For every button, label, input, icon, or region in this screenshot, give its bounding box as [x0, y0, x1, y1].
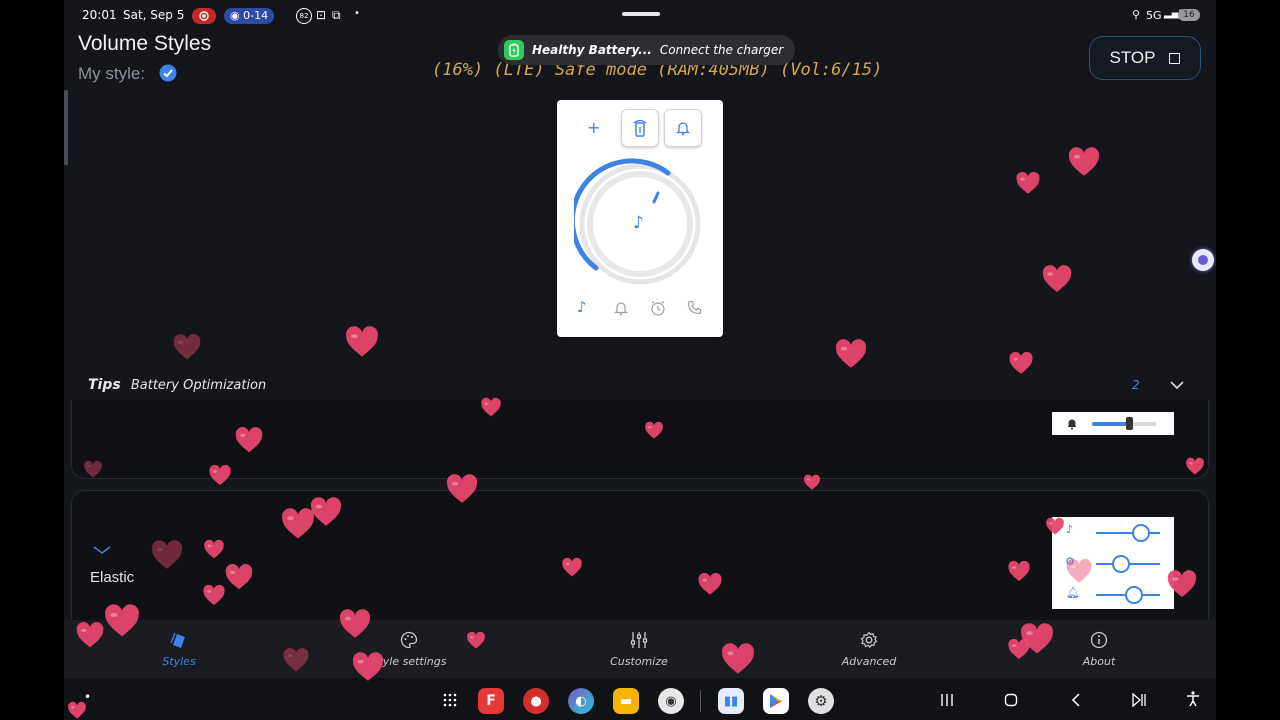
plus-icon[interactable]: +	[587, 118, 600, 137]
palette-icon	[400, 631, 418, 648]
scrollbar[interactable]	[64, 90, 68, 165]
toast-title: Healthy Battery...	[532, 43, 652, 57]
gear-icon	[860, 631, 878, 648]
info-icon	[1090, 631, 1108, 648]
bell-icon	[676, 122, 690, 136]
app-drawer-icon[interactable]	[442, 692, 458, 712]
chevron-down-icon[interactable]	[1168, 376, 1186, 398]
nav-styles[interactable]: Styles	[119, 620, 239, 678]
check-badge-icon[interactable]	[159, 64, 177, 86]
bottom-navigation: Styles Style settings Customize Advanced…	[64, 620, 1216, 678]
browser-app-icon[interactable]: ◐	[568, 688, 594, 714]
contacts-app-icon[interactable]: ●	[523, 688, 549, 714]
style-card-previous[interactable]	[71, 400, 1209, 479]
status-time: 20:01	[82, 8, 117, 22]
style-card-elastic[interactable]: Elastic ♪ ⚙ 🔔︎	[71, 490, 1209, 632]
handle-bar[interactable]	[622, 12, 660, 16]
stream-music-icon[interactable]: ♪	[577, 298, 587, 316]
dot-indicator: •	[84, 690, 92, 704]
volume-styles-app-icon[interactable]: ▮▮	[718, 688, 744, 714]
heart-decoration-icon	[1015, 171, 1041, 201]
style-name: Elastic	[90, 569, 135, 586]
taskbar: • F ● ◐ ▬ ◉ ▮▮ ⚙	[64, 678, 1216, 720]
media-skip-icon[interactable]	[1132, 692, 1148, 711]
nav-customize[interactable]: Customize	[579, 620, 699, 678]
app-screen: 20:01 Sat, Sep 5 ◉ 0-14 82 ⊡ ⧉ • ⚲ 5G ▂▄…	[64, 0, 1216, 720]
files-app-icon[interactable]: ▬	[613, 688, 639, 714]
ring-settings-icon	[633, 119, 647, 137]
bell-icon	[1067, 419, 1077, 430]
app-badge-icon: ◉	[230, 9, 240, 22]
screenshot-icon: ⊡	[316, 8, 327, 22]
recents-button-icon[interactable]	[940, 692, 954, 711]
tips-text: Battery Optimization	[130, 378, 267, 393]
tips-row[interactable]: Tips Battery Optimization	[88, 377, 266, 393]
play-store-app-icon[interactable]	[763, 688, 789, 714]
heart-decoration-icon	[344, 325, 380, 365]
notification-mode-button[interactable]	[664, 109, 702, 147]
tips-count: 2	[1132, 378, 1140, 392]
my-style-label: My style:	[78, 64, 146, 83]
stop-button[interactable]: STOP	[1089, 36, 1201, 80]
styles-icon	[170, 632, 185, 648]
accessibility-icon[interactable]	[1186, 691, 1200, 711]
location-icon: ⚲	[1132, 8, 1141, 21]
volume-panel-preview[interactable]: + ♪ ♪	[557, 100, 723, 337]
chevron-down-icon[interactable]	[92, 541, 112, 560]
home-button-icon[interactable]	[1004, 692, 1018, 711]
phone-icon[interactable]	[687, 300, 702, 319]
nav-style-settings[interactable]: Style settings	[349, 620, 469, 678]
tips-label: Tips	[88, 377, 121, 393]
page-title: Volume Styles	[78, 32, 212, 55]
heart-decoration-icon	[834, 338, 868, 376]
more-notifications-dot: •	[354, 8, 360, 19]
stop-square-icon	[1169, 52, 1181, 64]
translate-icon: ⧉	[332, 8, 341, 22]
notification-badge: ◉ 0-14	[224, 8, 275, 24]
heart-decoration-icon	[1067, 146, 1101, 184]
floating-assistant-icon[interactable]	[1192, 249, 1214, 271]
status-date: Sat, Sep 5	[123, 8, 185, 22]
battery-charging-icon	[504, 40, 524, 60]
record-indicator	[192, 8, 216, 24]
nav-advanced[interactable]: Advanced	[809, 620, 929, 678]
ring-settings-button[interactable]	[621, 109, 659, 147]
taskbar-divider	[700, 690, 701, 712]
music-note-icon: ♪	[633, 213, 644, 233]
alarm-icon[interactable]	[650, 300, 666, 320]
toast-message: Connect the charger	[659, 43, 784, 57]
back-button-icon[interactable]	[1070, 692, 1082, 711]
record-icon	[199, 11, 209, 21]
heart-decoration-icon	[1008, 351, 1034, 381]
status-bar: 20:01 Sat, Sep 5 ◉ 0-14 82 ⊡ ⧉ • ⚲ 5G ▂▄…	[64, 0, 1216, 32]
gear-icon: ⚙	[1065, 555, 1075, 568]
sliders-icon	[630, 631, 648, 648]
heart-decoration-icon	[1041, 264, 1073, 300]
music-note-icon: ♪	[1066, 523, 1074, 536]
flipboard-app-icon[interactable]: F	[478, 688, 504, 714]
settings-app-icon[interactable]: ⚙	[808, 688, 834, 714]
stream-ring-icon[interactable]	[614, 300, 628, 320]
style-preview-thumbnail	[1052, 412, 1174, 435]
heart-decoration-icon	[172, 333, 202, 367]
battery-indicator: 16	[1178, 9, 1200, 21]
battery-toast: Healthy Battery... Connect the charger	[498, 35, 796, 65]
camera-app-icon[interactable]: ◉	[658, 688, 684, 714]
bell-icon: 🔔︎	[1066, 586, 1080, 599]
style-preview-thumbnail: ♪ ⚙ 🔔︎	[1052, 517, 1174, 609]
signal-indicator: 5G	[1146, 9, 1162, 22]
small-count-badge: 82	[296, 8, 312, 24]
nav-about[interactable]: About	[1039, 620, 1159, 678]
